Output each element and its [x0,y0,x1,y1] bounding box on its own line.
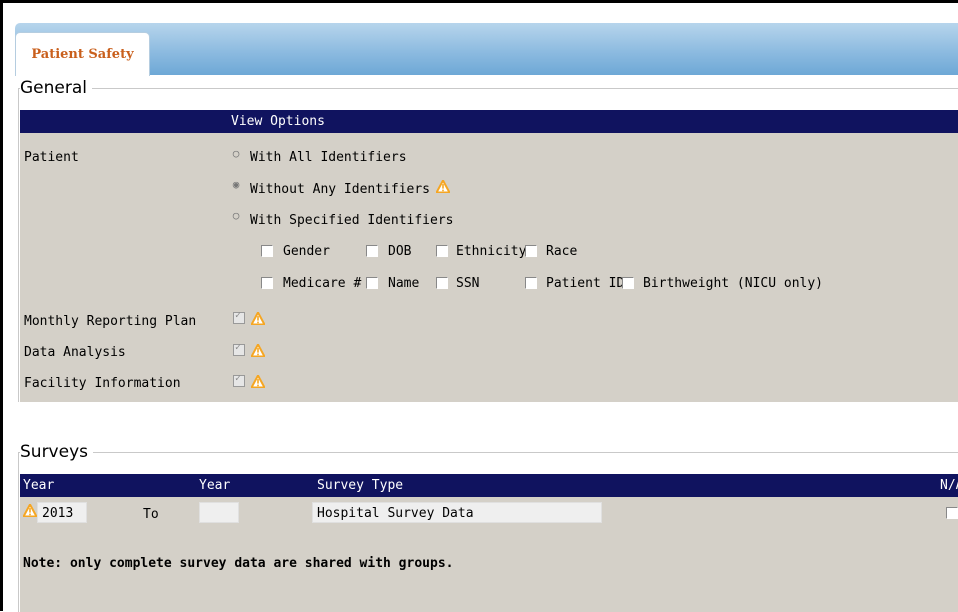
checkbox-ssn[interactable] [436,277,448,289]
checkbox-dob[interactable] [366,245,378,257]
checkbox-dob-label: DOB [388,244,412,259]
radio-all-identifiers[interactable]: ○ [232,148,240,159]
header-year-to: Year [199,478,231,493]
checkbox-ssn-label: SSN [456,276,480,291]
surveys-legend: Surveys [20,442,93,462]
checkbox-na[interactable] [946,507,958,519]
patient-label: Patient [24,150,79,165]
checkbox-gender[interactable] [261,245,273,257]
survey-type-field[interactable]: Hospital Survey Data [312,502,602,523]
header-na: N/A [940,478,958,493]
view-options-label: View Options [231,114,325,129]
surveys-header: Year Year Survey Type N/A [20,474,958,497]
checkbox-facility-information[interactable]: ✓ [233,373,245,387]
header-survey-type: Survey Type [317,478,404,493]
window-frame-left [0,0,3,611]
window-frame-top [0,0,958,3]
warning-icon [251,375,265,388]
checkbox-ethnicity-label: Ethnicity [456,244,527,259]
option-facility-information-label: Facility Information [24,376,181,391]
checkbox-birthweight[interactable] [622,277,634,289]
warning-icon [251,312,265,325]
surveys-fieldset: Surveys Year Year Survey Type N/A 2013 T… [18,442,958,612]
general-fieldset: General View Options Patient ○ With All … [18,78,958,402]
view-options-header: View Options [20,110,958,133]
checkbox-birthweight-label: Birthweight (NICU only) [643,276,824,291]
general-panel [20,133,958,402]
checkbox-patient-id-label: Patient ID [546,276,625,291]
tab-bar: Patient Safety [15,23,958,76]
year-from-input[interactable]: 2013 [37,502,87,523]
radio-specified-identifiers[interactable]: ○ [232,210,240,221]
option-data-analysis-label: Data Analysis [24,345,126,360]
option-monthly-reporting-plan-label: Monthly Reporting Plan [24,314,197,329]
radio-without-identifiers[interactable]: ◉ [232,179,240,190]
warning-icon [251,344,265,357]
header-year-from: Year [23,478,55,493]
checkbox-monthly-reporting-plan[interactable]: ✓ [233,310,245,324]
radio-all-identifiers-label: With All Identifiers [250,150,407,165]
warning-icon [436,180,450,193]
warning-icon [23,504,37,517]
checkbox-ethnicity[interactable] [436,245,448,257]
checkbox-medicare-label: Medicare # [283,276,362,291]
checkbox-race-label: Race [546,244,578,259]
year-to-input[interactable] [199,502,239,523]
checkbox-race[interactable] [525,245,537,257]
radio-specified-identifiers-label: With Specified Identifiers [250,213,454,228]
survey-note: Note: only complete survey data are shar… [23,556,454,571]
checkbox-data-analysis[interactable]: ✓ [233,342,245,356]
checkbox-patient-id[interactable] [525,277,537,289]
checkbox-medicare[interactable] [261,277,273,289]
tab-patient-safety[interactable]: Patient Safety [15,32,150,76]
checkbox-name-label: Name [388,276,420,291]
checkbox-name[interactable] [366,277,378,289]
radio-without-identifiers-label: Without Any Identifiers [250,182,431,197]
to-label: To [143,507,159,522]
checkbox-gender-label: Gender [283,244,330,259]
general-legend: General [20,78,92,98]
